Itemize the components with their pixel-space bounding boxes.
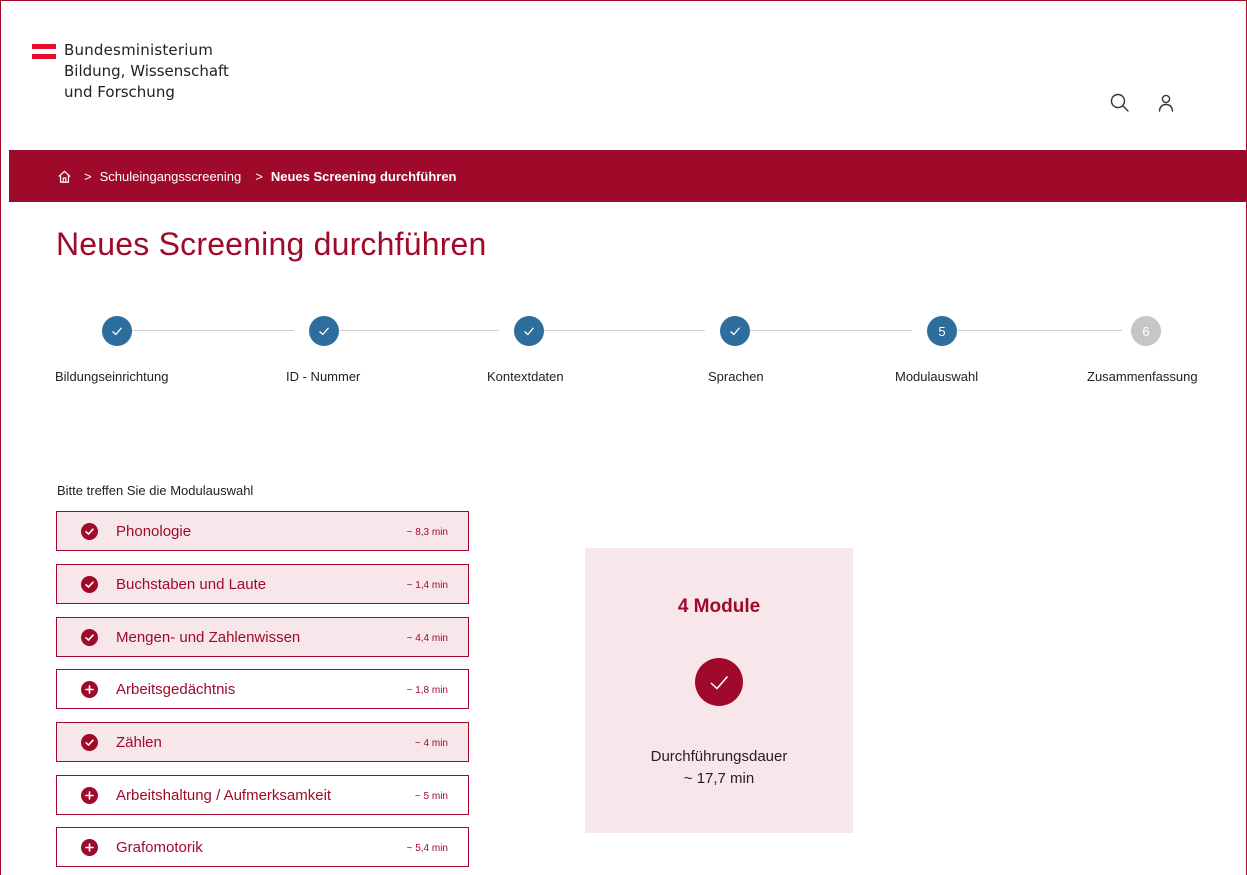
ministry-name-line3: und Forschung	[64, 83, 175, 101]
module-option[interactable]: Arbeitsgedächtnis ~ 1,8 min	[56, 669, 469, 709]
step-number-indicator: 6	[1131, 316, 1161, 346]
step-label: Kontextdaten	[487, 369, 564, 384]
summary-card: 4 Module Durchführungsdauer ~ 17,7 min	[585, 548, 853, 833]
check-icon	[524, 327, 534, 336]
search-icon[interactable]	[1109, 92, 1131, 114]
step-connector	[957, 330, 1122, 331]
home-icon[interactable]	[57, 169, 72, 184]
module-name: Phonologie	[116, 523, 192, 540]
module-duration: ~ 1,8 min	[406, 685, 448, 696]
summary-check-icon	[695, 658, 743, 706]
module-option[interactable]: Grafomotorik ~ 5,4 min	[56, 827, 469, 867]
check-circle-icon	[81, 576, 98, 593]
module-duration: ~ 4 min	[414, 738, 448, 749]
module-option[interactable]: Mengen- und Zahlenwissen ~ 4,4 min	[56, 617, 469, 657]
breadcrumb-separator: >	[84, 168, 92, 184]
module-duration: ~ 8,3 min	[406, 527, 448, 538]
plus-circle-icon	[81, 787, 98, 804]
module-duration: ~ 5 min	[414, 791, 448, 802]
step-label: Modulauswahl	[895, 369, 979, 384]
module-option[interactable]: Zählen ~ 4 min	[56, 722, 469, 762]
step-done-indicator	[514, 316, 544, 346]
ministry-name-line2: Bildung, Wissenschaft	[64, 62, 229, 80]
ministry-name: Bundesministerium Bildung, Wissenschaft …	[64, 40, 324, 103]
step-connector	[750, 330, 912, 331]
selected-module-count: 4 Module	[677, 596, 761, 617]
module-option[interactable]: Phonologie ~ 8,3 min	[56, 511, 469, 551]
step-label: ID - Nummer	[286, 369, 361, 384]
step-label: Sprachen	[708, 369, 764, 384]
module-name: Zählen	[116, 734, 162, 751]
check-circle-icon	[81, 629, 98, 646]
module-name: Arbeitsgedächtnis	[116, 681, 236, 698]
breadcrumb-current: Neues Screening durchführen	[270, 168, 457, 184]
step-label: Bildungseinrichtung	[55, 369, 169, 384]
check-icon	[112, 327, 122, 336]
breadcrumb-separator: >	[255, 168, 263, 184]
check-circle-icon	[81, 523, 98, 540]
module-duration: ~ 1,4 min	[406, 580, 448, 591]
user-icon[interactable]	[1155, 92, 1177, 114]
duration-value: ~ 17,7 min	[683, 770, 755, 787]
check-circle-icon	[81, 734, 98, 751]
module-duration: ~ 4,4 min	[406, 633, 448, 644]
module-option[interactable]: Arbeitshaltung / Aufmerksamkeit ~ 5 min	[56, 775, 469, 815]
breadcrumb: > Schuleingangsscreening > Neues Screeni…	[9, 150, 1247, 202]
check-icon	[319, 327, 329, 336]
module-name: Arbeitshaltung / Aufmerksamkeit	[116, 787, 332, 804]
step-number-indicator: 5	[927, 316, 957, 346]
module-name: Mengen- und Zahlenwissen	[116, 629, 301, 646]
breadcrumb-schuleingangsscreening[interactable]: Schuleingangsscreening	[100, 169, 242, 184]
step-done-indicator	[102, 316, 132, 346]
step-connector	[131, 330, 294, 331]
plus-circle-icon	[81, 681, 98, 698]
module-selection-heading: Bitte treffen Sie die Modulauswahl	[57, 483, 254, 498]
step-connector	[339, 330, 499, 331]
step-done-indicator	[309, 316, 339, 346]
flag-logo-icon	[32, 44, 56, 59]
plus-circle-icon	[81, 839, 98, 856]
step-done-indicator	[720, 316, 750, 346]
module-name: Buchstaben und Laute	[116, 576, 267, 593]
check-icon	[730, 327, 740, 336]
ministry-name-line1: Bundesministerium	[64, 41, 214, 59]
module-duration: ~ 5,4 min	[406, 843, 448, 854]
page-title: Neues Screening durchführen	[56, 226, 487, 262]
step-connector	[544, 330, 705, 331]
module-option[interactable]: Buchstaben und Laute ~ 1,4 min	[56, 564, 469, 604]
step-label: Zusammenfassung	[1087, 369, 1198, 384]
header-actions	[1109, 92, 1177, 114]
module-name: Grafomotorik	[116, 839, 203, 856]
duration-label: Durchführungsdauer	[650, 748, 788, 765]
